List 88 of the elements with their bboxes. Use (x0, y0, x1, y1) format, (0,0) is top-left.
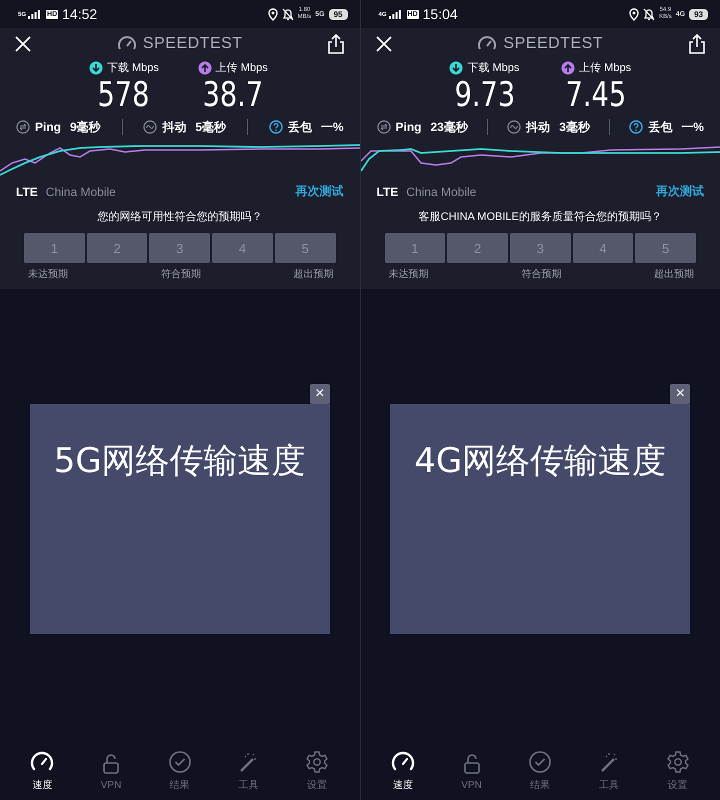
scale-label: 符合预期 (521, 268, 562, 281)
close-icon[interactable] (14, 35, 32, 53)
survey-question: 客服CHINA MOBILE的服务质量符合您的预期吗？ (418, 210, 663, 224)
rating-button[interactable]: 1 (384, 233, 446, 263)
download-icon (88, 60, 103, 74)
rating-button[interactable]: 5 (635, 233, 696, 263)
carrier-name: China Mobile (46, 184, 116, 198)
scale-label: 未达预期 (388, 268, 428, 281)
stat-value: 3毫秒 (559, 118, 590, 136)
status-time: 14:52 (62, 6, 98, 22)
app-title: SPEEDTEST (503, 35, 604, 53)
stat-label: 抖动 (526, 118, 550, 136)
card-caption: 4G网络传输速度 (414, 440, 666, 482)
stat-value: 9毫秒 (70, 118, 101, 136)
battery-indicator: 95 (328, 8, 348, 20)
speed-reading: 38.7 (202, 75, 263, 115)
retest-link[interactable]: 再次测试 (296, 183, 344, 200)
nav-tab[interactable]: 设置 (666, 750, 690, 792)
speed-reading: 578 (98, 75, 150, 115)
nav-tab[interactable]: 结果 (168, 750, 192, 792)
share-icon[interactable] (688, 34, 706, 54)
card-caption: 5G网络传输速度 (54, 440, 306, 482)
carrier-name: China Mobile (406, 184, 476, 198)
rating-button[interactable]: 5 (274, 233, 336, 263)
jitter-icon (507, 120, 522, 134)
scale-label: 超出预期 (654, 268, 694, 281)
stat-value: 一% (320, 118, 344, 136)
stat-label: Ping (396, 120, 422, 134)
jitter-icon (143, 120, 158, 134)
rating-button[interactable]: 1 (24, 233, 85, 263)
ping-icon (16, 120, 30, 134)
mute-bell-icon (643, 8, 656, 20)
speed-reading: 9.73 (454, 75, 515, 115)
rating-button[interactable]: 3 (510, 233, 571, 263)
stat-value: 23毫秒 (430, 118, 468, 136)
check-circle-icon (168, 750, 192, 774)
upload-icon (561, 60, 576, 74)
app-title: SPEEDTEST (142, 35, 243, 53)
nav-tab[interactable]: 工具 (236, 750, 260, 792)
rating-button[interactable]: 4 (572, 233, 634, 263)
help-icon (268, 120, 283, 134)
close-icon[interactable] (374, 35, 392, 53)
retest-link[interactable]: 再次测试 (656, 183, 704, 200)
metric-label: 下载 Mbps (106, 61, 159, 75)
location-icon (268, 8, 278, 20)
rating-button[interactable]: 3 (149, 233, 210, 263)
share-icon[interactable] (327, 34, 346, 54)
ping-icon (376, 120, 390, 134)
settings-icon (305, 750, 330, 774)
nav-tab[interactable]: 结果 (528, 750, 552, 792)
close-button[interactable]: × (310, 384, 330, 404)
rating-button[interactable]: 2 (86, 233, 148, 263)
survey-question: 您的网络可用性符合您的预期吗？ (96, 210, 264, 224)
check-circle-icon (528, 750, 552, 774)
nav-tab[interactable]: 工具 (596, 750, 621, 792)
network-type: LTE (376, 184, 398, 198)
stat-label: 丢包 (288, 118, 312, 136)
help-icon (629, 120, 644, 134)
location-icon (629, 8, 640, 20)
close-button[interactable]: × (670, 384, 690, 404)
battery-indicator: 93 (689, 8, 708, 20)
mute-bell-icon (282, 8, 294, 20)
stat-label: 丢包 (648, 118, 672, 136)
nav-tab[interactable]: VPN (460, 752, 484, 790)
metric-label: 上传 Mbps (579, 61, 632, 75)
rating-button[interactable]: 2 (447, 233, 508, 263)
nav-tab[interactable]: VPN (99, 752, 124, 790)
nav-tab[interactable]: 设置 (305, 750, 330, 792)
stat-value: 5毫秒 (195, 118, 226, 136)
signal-icon (28, 10, 40, 18)
rating-button[interactable]: 4 (212, 233, 273, 263)
nav-tab[interactable]: 速度 (30, 750, 54, 792)
stat-value: 一% (681, 118, 704, 136)
metric-label: 上传 Mbps (216, 61, 268, 75)
stat-label: Ping (35, 120, 61, 134)
scale-label: 未达预期 (28, 268, 68, 281)
network-type: LTE (16, 184, 38, 198)
speed-reading: 7.45 (566, 75, 626, 115)
scale-label: 超出预期 (294, 268, 334, 281)
signal-icon (388, 10, 401, 18)
metric-label: 下载 Mbps (467, 61, 520, 75)
download-icon (449, 60, 464, 74)
settings-icon (666, 750, 690, 774)
nav-tab[interactable]: 速度 (390, 750, 415, 792)
upload-icon (198, 60, 212, 74)
status-time: 15:04 (422, 6, 458, 22)
stat-label: 抖动 (162, 118, 186, 136)
scale-label: 符合预期 (160, 268, 201, 281)
